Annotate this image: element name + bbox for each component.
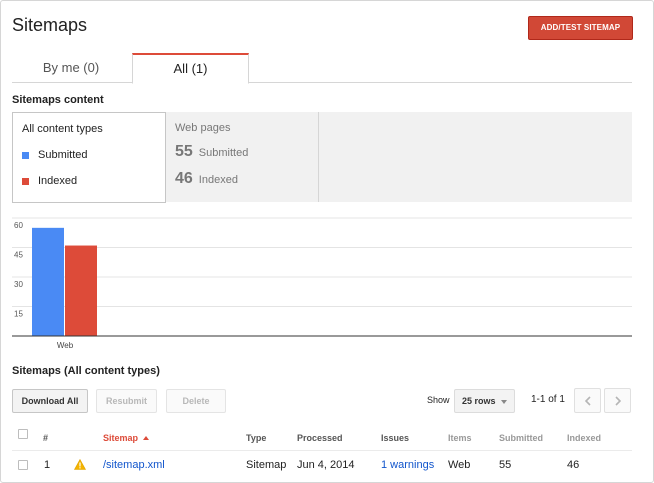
legend-indexed: Indexed — [22, 175, 77, 187]
issues-link[interactable]: 1 warnings — [381, 459, 434, 471]
row-type: Sitemap — [246, 459, 287, 471]
chart-x-tick-label: Web — [57, 341, 74, 350]
chart-y-tick-label: 60 — [14, 221, 23, 230]
column-header-type[interactable]: Type — [246, 433, 266, 443]
add-test-sitemap-button[interactable]: ADD/TEST SITEMAP — [528, 16, 633, 40]
tab-all[interactable]: All (1) — [132, 53, 249, 84]
column-header-indexed: Indexed — [567, 433, 602, 443]
previous-page-button[interactable] — [574, 388, 601, 413]
warning-triangle-icon — [74, 459, 86, 470]
legend-submitted: Submitted — [22, 149, 88, 161]
row-items: Web — [448, 459, 471, 471]
caret-down-icon — [501, 400, 507, 404]
delete-button[interactable]: Delete — [166, 389, 226, 413]
row-indexed: 46 — [567, 459, 580, 471]
select-all-checkbox[interactable] — [18, 429, 28, 439]
chart-bar-indexed — [65, 245, 97, 336]
chart-bar-submitted — [32, 227, 64, 336]
sitemaps-panel: Sitemaps ADD/TEST SITEMAP By me (0) All … — [0, 0, 654, 483]
row-number: 1 — [44, 459, 51, 471]
content-types-title: All content types — [22, 123, 103, 135]
table-header-divider — [12, 450, 632, 451]
legend-label: Indexed — [38, 175, 78, 187]
row-processed: Jun 4, 2014 — [297, 459, 355, 471]
submitted-count: 55 — [175, 143, 193, 160]
resubmit-button[interactable]: Resubmit — [96, 389, 157, 413]
all-content-types-box[interactable]: All content types Submitted Indexed — [12, 112, 166, 203]
legend-swatch-submitted — [22, 151, 29, 159]
sort-ascending-icon — [143, 436, 150, 440]
row-submitted: 55 — [499, 459, 512, 471]
download-all-button[interactable]: Download All — [12, 389, 88, 413]
page-title: Sitemaps — [12, 15, 88, 35]
column-header-sitemap[interactable]: Sitemap — [103, 433, 150, 443]
next-page-button[interactable] — [604, 388, 631, 413]
submitted-label: Submitted — [198, 147, 249, 159]
column-header-number: # — [43, 433, 49, 443]
chart-y-tick-label: 15 — [14, 310, 23, 319]
indexed-count: 46 — [175, 170, 193, 187]
web-pages-box[interactable]: Web pages 55 Submitted 46 Indexed — [166, 112, 319, 202]
column-header-processed[interactable]: Processed — [297, 433, 343, 443]
show-label: Show — [427, 395, 450, 405]
sitemaps-bar-chart: 15 30 45 60 Web — [12, 217, 632, 350]
sitemaps-content-heading: Sitemaps content — [12, 94, 104, 106]
chart-y-tick-label: 30 — [14, 280, 23, 289]
chevron-left-icon — [584, 396, 591, 406]
web-pages-submitted: 55 Submitted — [175, 143, 248, 161]
sitemaps-table-heading: Sitemaps (All content types) — [12, 365, 160, 377]
rows-per-page-select[interactable]: 25 rows — [454, 389, 515, 413]
legend-swatch-indexed — [22, 177, 29, 185]
web-pages-indexed: 46 Indexed — [175, 170, 238, 188]
chevron-right-icon — [615, 396, 622, 406]
legend-label: Submitted — [38, 149, 88, 161]
tab-by-me[interactable]: By me (0) — [12, 53, 130, 83]
column-header-items: Items — [448, 433, 472, 443]
column-header-sitemap-label: Sitemap — [103, 433, 139, 443]
sitemap-link[interactable]: /sitemap.xml — [103, 459, 165, 471]
chart-y-tick-label: 45 — [14, 251, 23, 260]
column-header-issues[interactable]: Issues — [381, 433, 409, 443]
column-header-submitted: Submitted — [499, 433, 543, 443]
pager-label: 1-1 of 1 — [531, 394, 565, 405]
web-pages-title: Web pages — [175, 122, 231, 134]
rows-per-page-value: 25 rows — [462, 396, 496, 406]
row-checkbox[interactable] — [18, 460, 28, 470]
indexed-label: Indexed — [198, 174, 238, 186]
